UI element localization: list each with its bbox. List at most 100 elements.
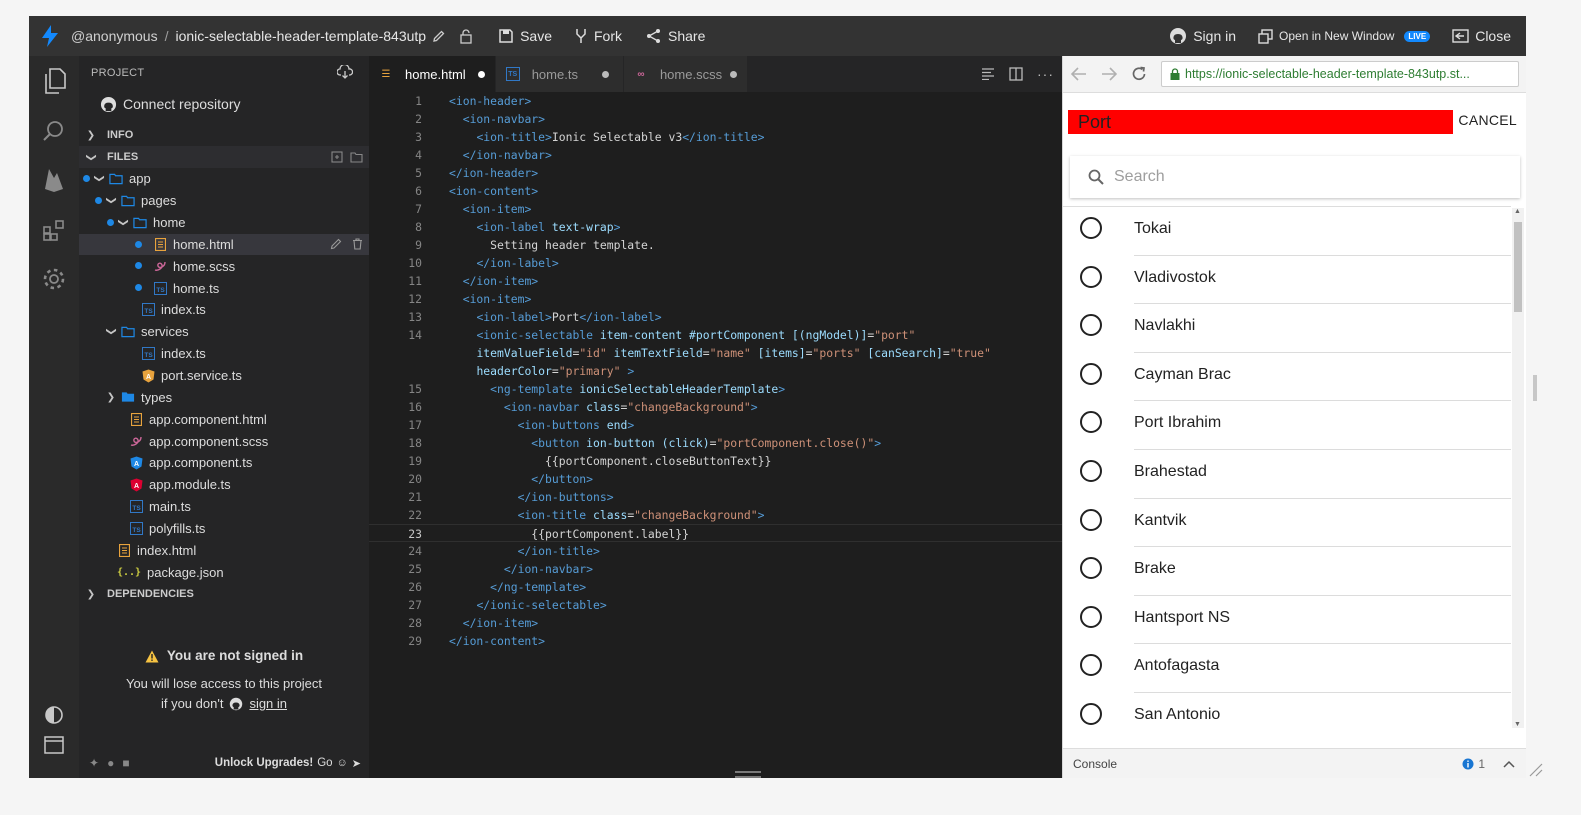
radio-circle-icon[interactable] — [1080, 460, 1102, 482]
fork-button[interactable]: Fork — [574, 28, 622, 44]
new-folder-icon[interactable] — [350, 151, 363, 163]
code-line: 5 </ion-header> — [415, 166, 539, 180]
scroll-down-icon[interactable]: ▼ — [1514, 721, 1521, 728]
port-list-item[interactable]: Cayman Brac — [1063, 353, 1511, 402]
forward-arrow-icon[interactable] — [1101, 67, 1117, 81]
side-drag-handle-icon[interactable] — [1533, 375, 1537, 406]
radio-circle-icon[interactable] — [1080, 314, 1102, 337]
port-list-item[interactable]: Hantsport NS — [1063, 596, 1511, 645]
tree-file[interactable]: TS index.ts — [79, 343, 369, 365]
rename-pencil-icon[interactable] — [330, 238, 342, 250]
download-cloud-icon[interactable] — [337, 65, 353, 79]
port-list-item[interactable]: Brahestad — [1063, 450, 1511, 499]
radio-circle-icon[interactable] — [1080, 654, 1102, 677]
port-list-item[interactable]: San Antonio — [1063, 693, 1511, 730]
tree-folder[interactable]: ❯ types — [79, 386, 369, 408]
close-preview-button[interactable]: Close — [1452, 28, 1511, 44]
open-new-window-button[interactable]: Open in New Window LIVE — [1258, 28, 1431, 44]
lock-icon[interactable] — [460, 28, 472, 44]
tree-folder[interactable]: ❯ app — [79, 168, 369, 190]
radio-circle-icon[interactable] — [1080, 362, 1102, 385]
info-section-header[interactable]: ❯ INFO — [79, 124, 369, 146]
tree-file[interactable]: home.scss — [79, 255, 369, 277]
radio-circle-icon[interactable] — [1080, 557, 1102, 580]
theme-toggle-icon[interactable] — [41, 702, 67, 728]
tree-file[interactable]: Aapp.module.ts — [79, 474, 369, 496]
port-list-item[interactable]: Kantvik — [1063, 499, 1511, 548]
back-arrow-icon[interactable] — [1071, 67, 1087, 81]
sign-in-button[interactable]: Sign in — [1169, 27, 1236, 45]
port-list-item[interactable]: Tokai — [1063, 207, 1511, 256]
radio-circle-icon[interactable] — [1080, 508, 1102, 531]
save-button[interactable]: Save — [498, 28, 552, 44]
tab-home-scss[interactable]: ∞ home.scss — [623, 56, 749, 92]
files-section-header[interactable]: ❯ FILES — [79, 146, 369, 168]
tree-folder[interactable]: ❯ home — [79, 212, 369, 234]
tree-file[interactable]: {..} package.json — [79, 561, 369, 583]
tree-file[interactable]: index.html — [79, 539, 369, 561]
tree-file[interactable]: Aapp.component.ts — [79, 452, 369, 474]
radio-circle-icon[interactable] — [1080, 703, 1102, 725]
delete-trash-icon[interactable] — [352, 237, 363, 250]
port-list-item[interactable]: Brake — [1063, 547, 1511, 596]
resize-handle-icon[interactable] — [735, 766, 761, 778]
github-icon — [230, 697, 243, 711]
share-button[interactable]: Share — [646, 28, 705, 44]
split-editor-icon[interactable] — [1009, 67, 1023, 81]
tab-label: home.ts — [531, 66, 578, 82]
files-icon[interactable] — [41, 68, 67, 94]
tree-file[interactable]: TS index.ts — [79, 299, 369, 321]
settings-gear-icon[interactable] — [41, 266, 67, 292]
firebase-icon[interactable] — [41, 167, 67, 193]
port-name: Vladivostok — [1134, 268, 1216, 286]
twitter-icon[interactable]: ✦ — [89, 756, 99, 770]
tree-folder[interactable]: ❯ services — [79, 321, 369, 343]
discord-icon[interactable]: ■ — [122, 756, 129, 770]
tab-home-html[interactable]: ☰ home.html — [369, 56, 496, 92]
tree-file[interactable]: TS main.ts — [79, 496, 369, 518]
tree-file[interactable]: Aport.service.ts — [79, 365, 369, 387]
tree-file[interactable]: TS polyfills.ts — [79, 518, 369, 540]
port-list-item[interactable]: Vladivostok — [1063, 256, 1511, 305]
port-list-item[interactable]: Navlakhi — [1063, 304, 1511, 353]
outline-icon[interactable] — [981, 68, 995, 80]
github-small-icon[interactable]: ● — [107, 756, 114, 770]
reload-icon[interactable] — [1131, 66, 1147, 82]
project-name[interactable]: ionic-selectable-header-template-843utp — [175, 28, 426, 44]
chevron-up-icon[interactable] — [1503, 760, 1515, 768]
tree-file[interactable]: app.component.html — [79, 408, 369, 430]
layout-panel-icon[interactable] — [41, 732, 67, 758]
list-scrollbar[interactable]: ▲ ▼ — [1512, 208, 1524, 728]
dependencies-section-header[interactable]: ❯ DEPENDENCIES — [79, 583, 369, 605]
port-list-item[interactable]: Port Ibrahim — [1063, 401, 1511, 450]
tree-file[interactable]: TS home.ts — [79, 277, 369, 299]
new-file-icon[interactable] — [331, 151, 343, 163]
search-input[interactable]: Search — [1114, 168, 1165, 186]
extensions-icon[interactable] — [41, 217, 67, 243]
scroll-up-icon[interactable]: ▲ — [1514, 208, 1521, 215]
radio-circle-icon[interactable] — [1080, 217, 1102, 239]
sign-in-link[interactable]: sign in — [249, 694, 287, 714]
more-actions-icon[interactable]: ··· — [1037, 66, 1054, 82]
scroll-thumb[interactable] — [1514, 222, 1522, 312]
connect-repository-button[interactable]: Connect repository — [79, 90, 369, 118]
tree-folder[interactable]: ❯ pages — [79, 190, 369, 212]
radio-circle-icon[interactable] — [1080, 265, 1102, 288]
tree-file[interactable]: home.html — [79, 233, 369, 256]
search-icon[interactable] — [41, 118, 67, 144]
cancel-button[interactable]: CANCEL — [1458, 112, 1517, 128]
html-file-icon — [117, 543, 131, 557]
edit-pencil-icon[interactable] — [432, 29, 446, 43]
port-list-item[interactable]: Antofagasta — [1063, 644, 1511, 693]
radio-circle-icon[interactable] — [1080, 411, 1102, 434]
tab-home-ts[interactable]: TS home.ts — [495, 56, 624, 92]
url-bar[interactable]: https://ionic-selectable-header-template… — [1161, 61, 1519, 87]
unlock-upgrades-link[interactable]: Unlock Upgrades! Go ☺ ➤ — [215, 757, 361, 770]
console-bar[interactable]: Console 1 — [1063, 748, 1526, 778]
radio-circle-icon[interactable] — [1080, 605, 1102, 628]
code-line-current: 23 {{portComponent.label}} — [369, 524, 1062, 542]
tree-file[interactable]: app.component.scss — [79, 430, 369, 452]
corner-resize-icon[interactable] — [1529, 763, 1543, 782]
username[interactable]: @anonymous — [71, 28, 158, 44]
stackblitz-logo-icon[interactable] — [29, 16, 71, 56]
